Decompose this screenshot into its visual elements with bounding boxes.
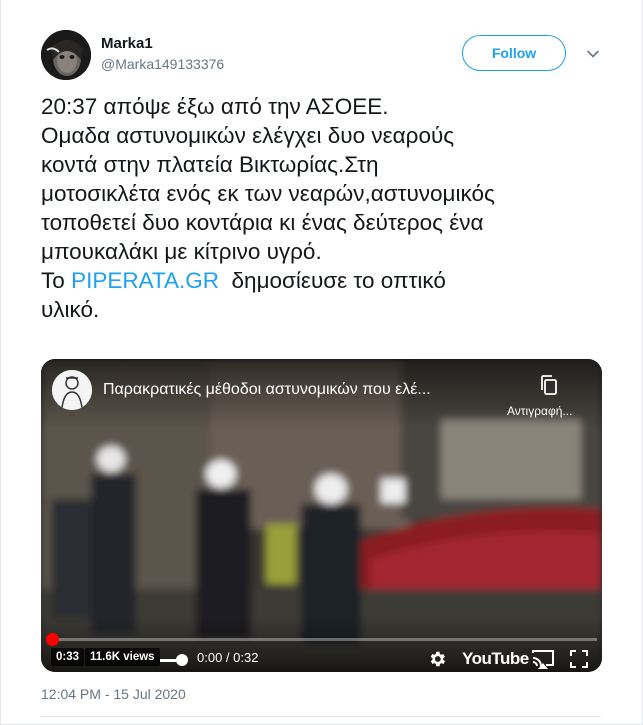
time-display: 0:00 / 0:32 bbox=[197, 650, 259, 665]
tweet-text-fragment: δημοσίευσε το οπτικό bbox=[231, 268, 446, 293]
tweet-line: Ομαδα αστυνομικών ελέγχει δυο νεαρούς bbox=[41, 123, 455, 148]
follow-button[interactable]: Follow bbox=[462, 35, 566, 71]
progress-bar[interactable] bbox=[51, 638, 597, 641]
author-avatar[interactable] bbox=[41, 30, 91, 80]
chevron-down-icon[interactable] bbox=[585, 46, 601, 62]
tweet-line: κοντά στην πλατεία Βικτωρίας.Στη bbox=[41, 152, 379, 177]
user-handle[interactable]: @Marka149133376 bbox=[101, 54, 224, 74]
tweet-header: Marka1 @Marka149133376 Follow bbox=[41, 30, 622, 82]
tweet-text: 20:37 απόψε έξω από την ΑΣΟΕΕ. Ομαδα αστ… bbox=[41, 92, 621, 324]
author-names: Marka1 @Marka149133376 bbox=[101, 35, 224, 74]
channel-avatar[interactable] bbox=[52, 370, 92, 410]
fullscreen-icon[interactable] bbox=[569, 649, 589, 669]
piperata-link[interactable]: PIPERATA.GR bbox=[71, 268, 219, 293]
embedded-video[interactable]: Παρακρατικές μέθοδοι αστυνομικών που ελέ… bbox=[41, 359, 602, 672]
cast-icon[interactable] bbox=[531, 649, 555, 669]
tweet-line-link: Το PIPERATA.GR δημοσίευσε το οπτικό bbox=[41, 266, 621, 295]
divider bbox=[41, 716, 601, 717]
tweet-line: μπουκαλάκι με κίτρινο υγρό. bbox=[41, 239, 322, 264]
duration-badge: 0:33 bbox=[51, 648, 85, 666]
tweet-text-fragment: Το bbox=[41, 268, 65, 293]
youtube-logo[interactable]: YouTube bbox=[462, 649, 529, 669]
tweet-line: μοτοσικλέτα ενός εκ των νεαρών,αστυνομικ… bbox=[41, 181, 495, 206]
video-title[interactable]: Παρακρατικές μέθοδοι αστυνομικών που ελέ… bbox=[103, 381, 503, 399]
copy-link-label[interactable]: Αντιγραφή... bbox=[507, 404, 572, 418]
display-name[interactable]: Marka1 bbox=[101, 35, 224, 53]
volume-knob[interactable] bbox=[176, 654, 188, 666]
tweet-timestamp[interactable]: 12:04 PM - 15 Jul 2020 bbox=[41, 686, 186, 702]
views-badge: 11.6K views bbox=[85, 648, 160, 666]
tweet-card: Marka1 @Marka149133376 Follow 20:37 απόψ… bbox=[0, 0, 643, 725]
copy-icon[interactable] bbox=[538, 374, 560, 396]
tweet-line: υλικό. bbox=[41, 297, 100, 322]
tweet-line: 20:37 απόψε έξω από την ΑΣΟΕΕ. bbox=[41, 94, 389, 119]
tweet-line: τοποθετεί δυο κοντάρια κι ένας δεύτερος … bbox=[41, 210, 484, 235]
progress-scrubber[interactable] bbox=[46, 633, 59, 646]
gear-icon[interactable] bbox=[427, 649, 447, 669]
